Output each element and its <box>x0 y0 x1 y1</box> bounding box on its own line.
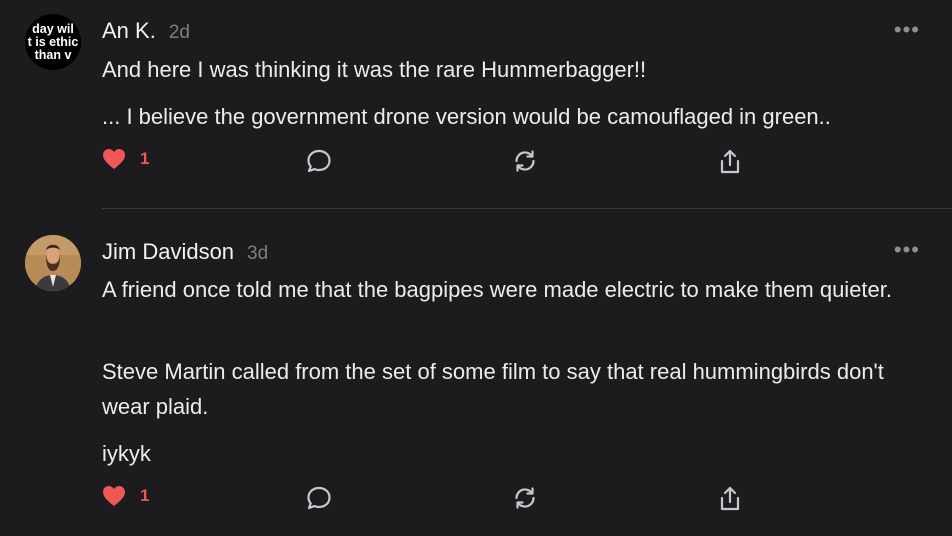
share-button[interactable] <box>717 148 743 176</box>
comment-age[interactable]: 2d <box>169 22 190 44</box>
avatar[interactable] <box>25 235 81 291</box>
avatar-text-line: day wil <box>32 21 74 36</box>
reply-button[interactable] <box>306 485 332 511</box>
restack-icon <box>515 487 535 509</box>
reply-button[interactable] <box>306 148 332 174</box>
comment-paragraph: A friend once told me that the bagpipes … <box>102 277 893 302</box>
restack-button[interactable] <box>512 485 538 511</box>
comment-paragraph: And here I was thinking it was the rare … <box>102 57 647 82</box>
avatar-text-line: than v <box>34 47 72 62</box>
like-count: 1 <box>140 149 150 168</box>
avatar-photo-image <box>25 235 81 291</box>
comment-age[interactable]: 3d <box>247 243 268 265</box>
comment-actions: 1 <box>0 148 952 178</box>
comment-icon <box>307 149 331 173</box>
comment-paragraph: iykyk <box>102 441 151 466</box>
restack-icon <box>515 150 535 172</box>
comment-header: An K. 2d <box>102 18 190 44</box>
share-icon <box>720 486 740 511</box>
like-button[interactable]: 1 <box>102 148 149 170</box>
comment-divider <box>102 208 952 209</box>
comment-icon <box>307 486 331 510</box>
heart-icon <box>103 486 125 506</box>
share-button[interactable] <box>717 485 743 513</box>
heart-icon <box>103 149 125 169</box>
like-count: 1 <box>140 486 150 505</box>
avatar[interactable]: day wil t is ethic than v <box>25 14 81 70</box>
author-name[interactable]: Jim Davidson <box>102 239 234 265</box>
comment-actions: 1 <box>0 485 952 515</box>
share-icon <box>720 149 740 174</box>
author-name[interactable]: An K. <box>102 18 156 44</box>
more-icon[interactable]: ••• <box>894 19 920 41</box>
more-icon[interactable]: ••• <box>894 239 920 261</box>
avatar-text-line: t is ethic <box>27 34 79 49</box>
comment-paragraph: ... I believe the government drone versi… <box>102 104 831 129</box>
comment-paragraph: Steve Martin called from the set of some… <box>102 359 884 419</box>
comment-header: Jim Davidson 3d <box>102 239 268 265</box>
like-button[interactable]: 1 <box>102 485 149 507</box>
restack-button[interactable] <box>512 148 538 174</box>
